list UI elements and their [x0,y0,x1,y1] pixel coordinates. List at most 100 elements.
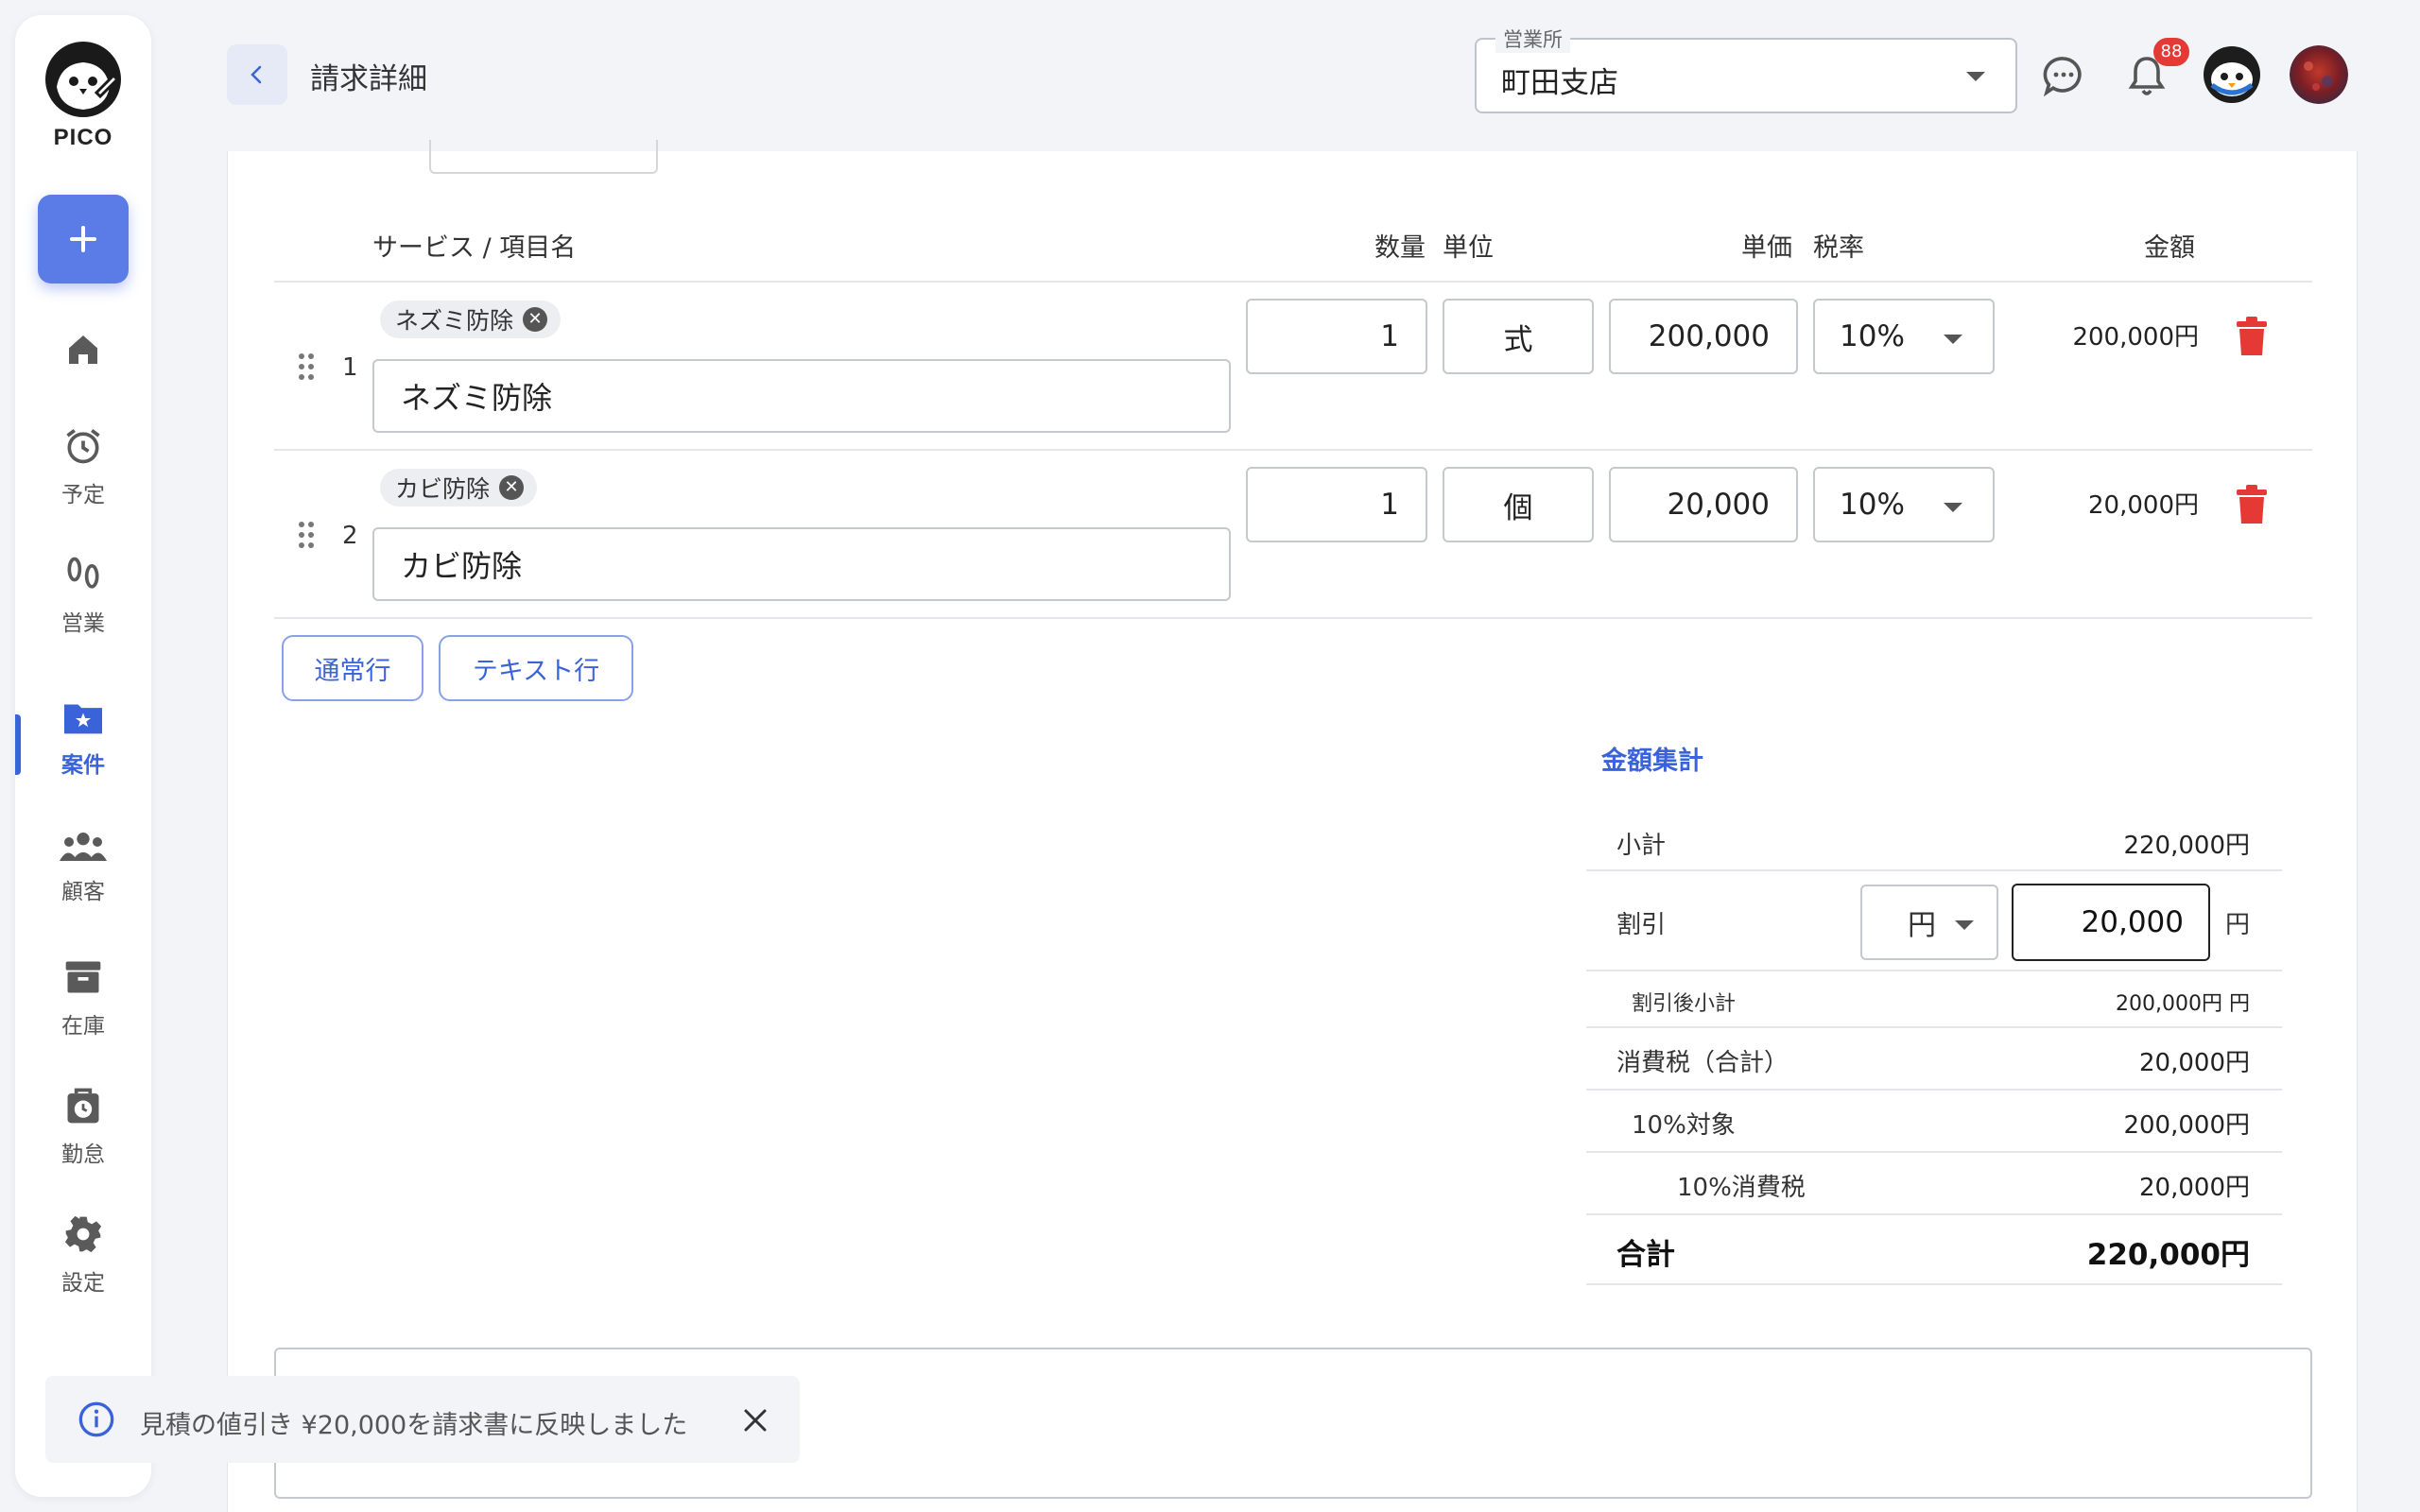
summary-row-total: 合計 220,000円 [1586,1215,2282,1285]
remove-tag-icon[interactable]: ✕ [523,307,548,332]
office-select[interactable]: 営業所 町田支店 [1475,25,2017,113]
summary-label: 小計 [1616,832,1667,860]
user-photo-icon [2290,45,2348,104]
office-select-value: 町田支店 [1501,66,1618,100]
row-amount: 200,000円 [2072,323,2199,352]
field-remnant [429,140,658,174]
qty-input[interactable]: 1 [1246,299,1427,374]
info-icon [78,1401,114,1437]
caret-down-icon [1944,503,1962,512]
footprints-icon [67,557,99,589]
sidebar-item-label: 予定 [61,483,105,507]
trash-icon[interactable] [2233,484,2271,525]
summary-row-subtotal: 小計 220,000円 [1586,813,2282,871]
chevron-left-icon [251,65,262,84]
add-text-line-button[interactable]: テキスト行 [439,635,633,701]
discount-type-value: 円 [1908,909,1936,942]
caret-down-icon [1955,920,1974,930]
toast-message: 見積の値引き ¥20,000を請求書に反映しました [140,1411,688,1440]
folder-star-icon [64,704,102,734]
briefcase-clock-icon [67,1088,99,1124]
add-button[interactable] [38,195,129,284]
summary-value: 20,000円 [2139,1174,2250,1202]
summary-value: 20,000円 [2139,1049,2250,1077]
sidebar-item-label: 顧客 [61,880,105,904]
summary-value: 200,000円 [2123,1111,2250,1140]
table-divider [274,281,2312,283]
sidebar-item-settings[interactable]: 設定 [15,1213,151,1297]
trash-icon[interactable] [2233,316,2271,357]
mascot-avatar[interactable] [2203,45,2261,104]
penguin-logo-icon [45,42,121,117]
chat-bubble-icon [2043,57,2082,97]
tax-select[interactable]: 10% [1813,299,1995,374]
summary-label: 割引 [1616,911,1667,939]
remove-tag-icon[interactable]: ✕ [499,475,525,500]
price-input[interactable]: 200,000 [1609,299,1798,374]
tax-select[interactable]: 10% [1813,467,1995,542]
close-icon[interactable] [743,1408,768,1433]
caret-down-icon [1944,335,1962,344]
summary-row-tax-10: 10%消費税 20,000円 [1586,1153,2282,1215]
notification-count-badge: 88 [2153,38,2189,66]
tax-select-value: 10% [1840,319,1905,353]
group-icon [60,833,107,861]
discount-amount-input[interactable]: 20,000 [2012,884,2210,961]
sidebar-item-home[interactable] [15,331,151,372]
summary-label: 10%消費税 [1677,1174,1806,1202]
price-input[interactable]: 20,000 [1609,467,1798,542]
sidebar-item-label: 設定 [61,1271,105,1296]
gear-icon [64,1215,102,1253]
add-normal-line-button[interactable]: 通常行 [282,635,424,701]
archive-box-icon [65,961,101,993]
summary-label: 消費税（合計） [1616,1049,1789,1077]
unit-input[interactable]: 個 [1443,467,1594,542]
plus-icon [70,226,96,252]
unit-input[interactable]: 式 [1443,299,1594,374]
summary-label: 合計 [1616,1238,1675,1272]
chat-button[interactable] [2035,47,2092,104]
toast-notification: 見積の値引き ¥20,000を請求書に反映しました [45,1376,800,1463]
tax-select-value: 10% [1840,488,1905,522]
sidebar-item-label: 営業 [61,611,105,636]
back-button[interactable] [227,44,287,105]
sidebar-item-inventory[interactable]: 在庫 [15,956,151,1040]
sidebar-item-attendance[interactable]: 勤怠 [15,1085,151,1168]
drag-handle-icon[interactable] [299,353,318,382]
service-tag-label: カビ防除 [395,475,491,503]
row-number: 1 [342,353,358,382]
item-name-input[interactable]: ネズミ防除 [372,359,1231,433]
col-header-service: サービス / 項目名 [372,233,577,263]
app-logo[interactable]: PICO [15,40,151,151]
discount-type-select[interactable]: 円 [1860,885,1998,960]
col-header-qty: 数量 [1374,233,1426,263]
penguin-avatar-icon [2204,46,2260,103]
app-logo-text: PICO [53,125,113,150]
discount-unit: 円 [2225,911,2251,939]
alarm-clock-icon [66,429,100,464]
col-header-price: 単価 [1741,233,1792,263]
sidebar-item-label: 案件 [61,753,105,778]
summary-row-after-discount: 割引後小計 200,000円 円 [1586,971,2282,1028]
service-tag-label: ネズミ防除 [395,307,514,335]
col-header-unit: 単位 [1443,233,1494,263]
summary-value: 200,000円 円 [2116,992,2250,1016]
summary-row-tax-total: 消費税（合計） 20,000円 [1586,1028,2282,1091]
summary-label: 割引後小計 [1632,992,1737,1016]
sidebar: PICO 予定 営業 案件 顧客 在庫 勤怠 設定 [15,15,151,1497]
page-title: 請求詳細 [310,62,427,96]
summary-title: 金額集計 [1601,747,1703,776]
sidebar-item-label: 勤怠 [61,1143,105,1167]
sidebar-item-projects[interactable]: 案件 [15,699,151,779]
summary-label: 10%対象 [1632,1111,1736,1140]
sidebar-item-schedule[interactable]: 予定 [15,425,151,508]
item-name-input[interactable]: カビ防除 [372,527,1231,601]
sidebar-item-customers[interactable]: 顧客 [15,830,151,905]
col-header-tax: 税率 [1813,233,1864,263]
qty-input[interactable]: 1 [1246,467,1427,542]
service-tag: カビ防除 ✕ [380,469,538,507]
sidebar-item-sales[interactable]: 営業 [15,554,151,637]
user-avatar[interactable] [2290,45,2348,104]
sidebar-item-label: 在庫 [61,1014,105,1039]
drag-handle-icon[interactable] [299,522,318,550]
